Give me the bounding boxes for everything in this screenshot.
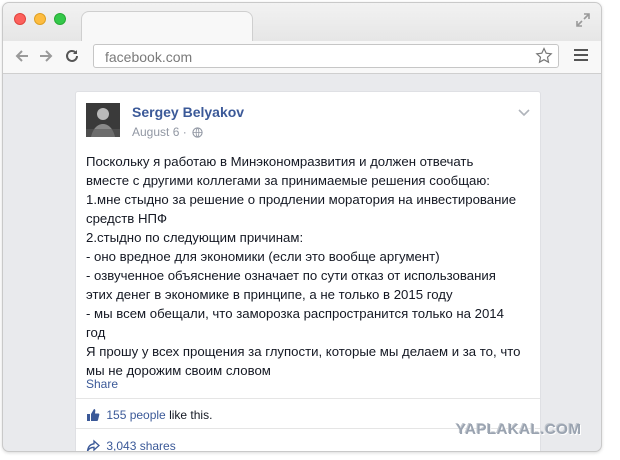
likes-row: 155 people like this. — [86, 408, 212, 425]
post-meta: August 6 · — [132, 125, 203, 141]
reload-icon — [66, 49, 78, 62]
facebook-post: Sergey Belyakov August 6 · Поскольку я р… — [75, 91, 541, 451]
avatar[interactable] — [86, 103, 120, 137]
reload-button[interactable] — [63, 47, 81, 65]
share-link[interactable]: Share — [86, 377, 118, 391]
browser-toolbar: facebook.com — [3, 41, 601, 74]
post-line: этих денег в экономике в принципе, а не … — [86, 287, 453, 302]
likes-count[interactable]: 155 people — [106, 408, 165, 422]
minimize-window-button[interactable] — [34, 13, 46, 25]
expand-icon[interactable] — [575, 12, 591, 28]
close-window-button[interactable] — [14, 13, 26, 25]
divider — [76, 398, 540, 399]
meta-separator: · — [182, 125, 187, 139]
forward-arrow-icon — [40, 50, 53, 62]
post-line: Поскольку я работаю в Минэкономразвития … — [86, 154, 474, 169]
back-button[interactable] — [13, 47, 31, 65]
post-body: Поскольку я работаю в Минэкономразвития … — [86, 152, 534, 380]
globe-icon — [192, 127, 203, 141]
post-line: средств НПФ — [86, 211, 167, 226]
post-line: - озвученное объяснение означает по сути… — [86, 268, 496, 283]
browser-window: facebook.com Sergey Belyakov August 6 · — [2, 2, 602, 452]
address-bar[interactable]: facebook.com — [93, 44, 559, 68]
star-icon[interactable] — [535, 47, 553, 70]
back-arrow-icon — [15, 50, 28, 62]
chevron-down-icon[interactable] — [518, 104, 530, 122]
watermark: YAPLAKAL.COM — [456, 421, 582, 438]
zoom-window-button[interactable] — [54, 13, 66, 25]
post-line: мы не дорожим своим словом — [86, 363, 271, 378]
thumbs-up-icon[interactable] — [86, 408, 100, 425]
likes-suffix: like this. — [169, 408, 213, 422]
title-bar — [3, 3, 601, 43]
post-line: Я прошу у всех прощения за глупости, кот… — [86, 344, 521, 359]
post-line: - оно вредное для экономики (если это во… — [86, 249, 440, 264]
browser-tab[interactable] — [81, 11, 253, 43]
shares-row: 3,043 shares — [86, 439, 176, 451]
menu-icon[interactable] — [574, 49, 588, 63]
post-line: - мы всем обещали, что заморозка распрос… — [86, 306, 504, 321]
post-line: вместе с другими коллегами за принимаемы… — [86, 173, 490, 188]
shares-count[interactable]: 3,043 shares — [106, 439, 175, 451]
forward-button[interactable] — [37, 47, 55, 65]
post-line: 1.мне стыдно за решение о продлении мора… — [86, 192, 517, 207]
post-author[interactable]: Sergey Belyakov — [132, 104, 244, 120]
post-date[interactable]: August 6 — [132, 125, 179, 139]
share-arrow-icon[interactable] — [86, 439, 100, 451]
post-line: год — [86, 325, 106, 340]
post-line: 2.стыдно по следующим причинам: — [86, 230, 304, 245]
url-text[interactable]: facebook.com — [105, 49, 192, 65]
